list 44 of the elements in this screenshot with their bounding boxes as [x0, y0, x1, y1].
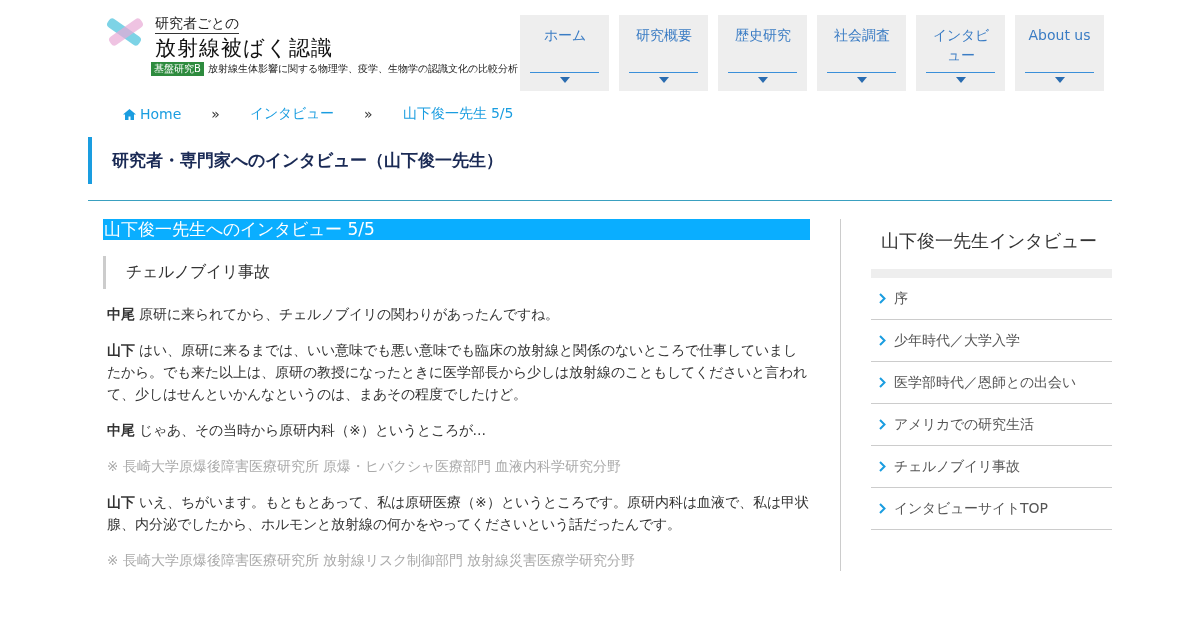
chevron-right-icon — [879, 419, 886, 430]
chevron-right-icon — [879, 377, 886, 388]
sidebar-link[interactable]: アメリカでの研究生活 — [871, 404, 1112, 446]
chevron-right-icon — [879, 461, 886, 472]
chevron-right-icon — [879, 503, 886, 514]
breadcrumb-link[interactable]: インタビュー — [249, 105, 334, 123]
home-icon — [123, 108, 136, 120]
caret-down-icon — [658, 77, 669, 83]
caret-down-icon — [856, 77, 867, 83]
sidebar-title: 山下俊一先生インタビュー — [881, 229, 1098, 253]
logo-badge: 基盤研究B — [151, 62, 204, 76]
nav-menu-item[interactable]: 研究概要 — [619, 15, 708, 91]
sidebar-link[interactable]: 少年時代／大学入学 — [871, 320, 1112, 362]
logo-kicker: 研究者ごとの — [155, 15, 239, 34]
dialogue-paragraph: 中尾 じゃあ、その当時から原研内科（※）というところが… — [107, 421, 488, 440]
caret-down-icon — [1054, 77, 1065, 83]
dialogue-paragraph: 中尾 原研に来られてから、チェルノブイリの関わりがあったんですね。 — [107, 305, 561, 324]
page-title: 研究者・専門家へのインタビュー（山下俊一先生） — [88, 137, 1112, 184]
sidebar-link[interactable]: チェルノブイリ事故 — [871, 446, 1112, 488]
logo-title: 放射線被ばく認識 — [155, 35, 334, 62]
chevron-right-icon — [879, 293, 886, 304]
caret-down-icon — [559, 77, 570, 83]
breadcrumb-separator: » — [363, 106, 373, 122]
sidebar-link[interactable]: インタビューサイトTOP — [871, 488, 1112, 530]
footnote: ※ 長崎大学原爆後障害医療研究所 放射線リスク制御部門 放射線災害医療学研究分野 — [107, 551, 637, 570]
nav-menu-item[interactable]: インタビュー — [916, 15, 1005, 91]
breadcrumb-separator: » — [211, 106, 220, 122]
sidebar-link[interactable]: 序 — [871, 278, 1112, 320]
logo-subtitle: 放射線生体影響に関する物理学、疫学、生物学の認識文化の比較分析 — [207, 62, 518, 76]
footnote: ※ 長崎大学原爆後障害医療研究所 原爆・ヒバクシャ医療部門 血液内科学研究分野 — [107, 457, 623, 476]
caret-down-icon — [757, 77, 768, 83]
nav-menu-item[interactable]: 社会調査 — [817, 15, 906, 91]
caret-down-icon — [955, 77, 966, 83]
chevron-right-icon — [879, 335, 886, 346]
sidebar-link[interactable]: 医学部時代／恩師との出会い — [871, 362, 1112, 404]
section-heading: チェルノブイリ事故 — [103, 256, 810, 289]
breadcrumb-home-link[interactable]: Home — [123, 106, 182, 122]
nav-menu-item[interactable]: ホーム — [520, 15, 609, 91]
nav-menu-item[interactable]: 歴史研究 — [718, 15, 807, 91]
article-heading: 山下俊一先生へのインタビュー 5/5 — [103, 219, 810, 240]
nav-menu-item[interactable]: About us — [1015, 15, 1104, 91]
dialogue-paragraph: 山下 はい、原研に来るまでは、いい意味でも悪い意味でも臨床の放射線と関係のないところで仕事していましたから。でも来た以上は、原研の教授になったときに医学部長から少しは放射線のこともしてくださいと言われて、少しはせんといかんなというのは、まあその程度でしたけど。 — [107, 341, 808, 404]
dialogue-paragraph: 山下 いえ、ちがいます。もともとあって、私は原研医療（※）というところです。原研内科は血液で、私は甲状腺、内分泌でしたから、ホルモンと放射線の何かをやってくださいという話だったんです。 — [107, 493, 810, 534]
breadcrumb-link[interactable]: 山下俊一先生 5/5 — [402, 105, 514, 123]
